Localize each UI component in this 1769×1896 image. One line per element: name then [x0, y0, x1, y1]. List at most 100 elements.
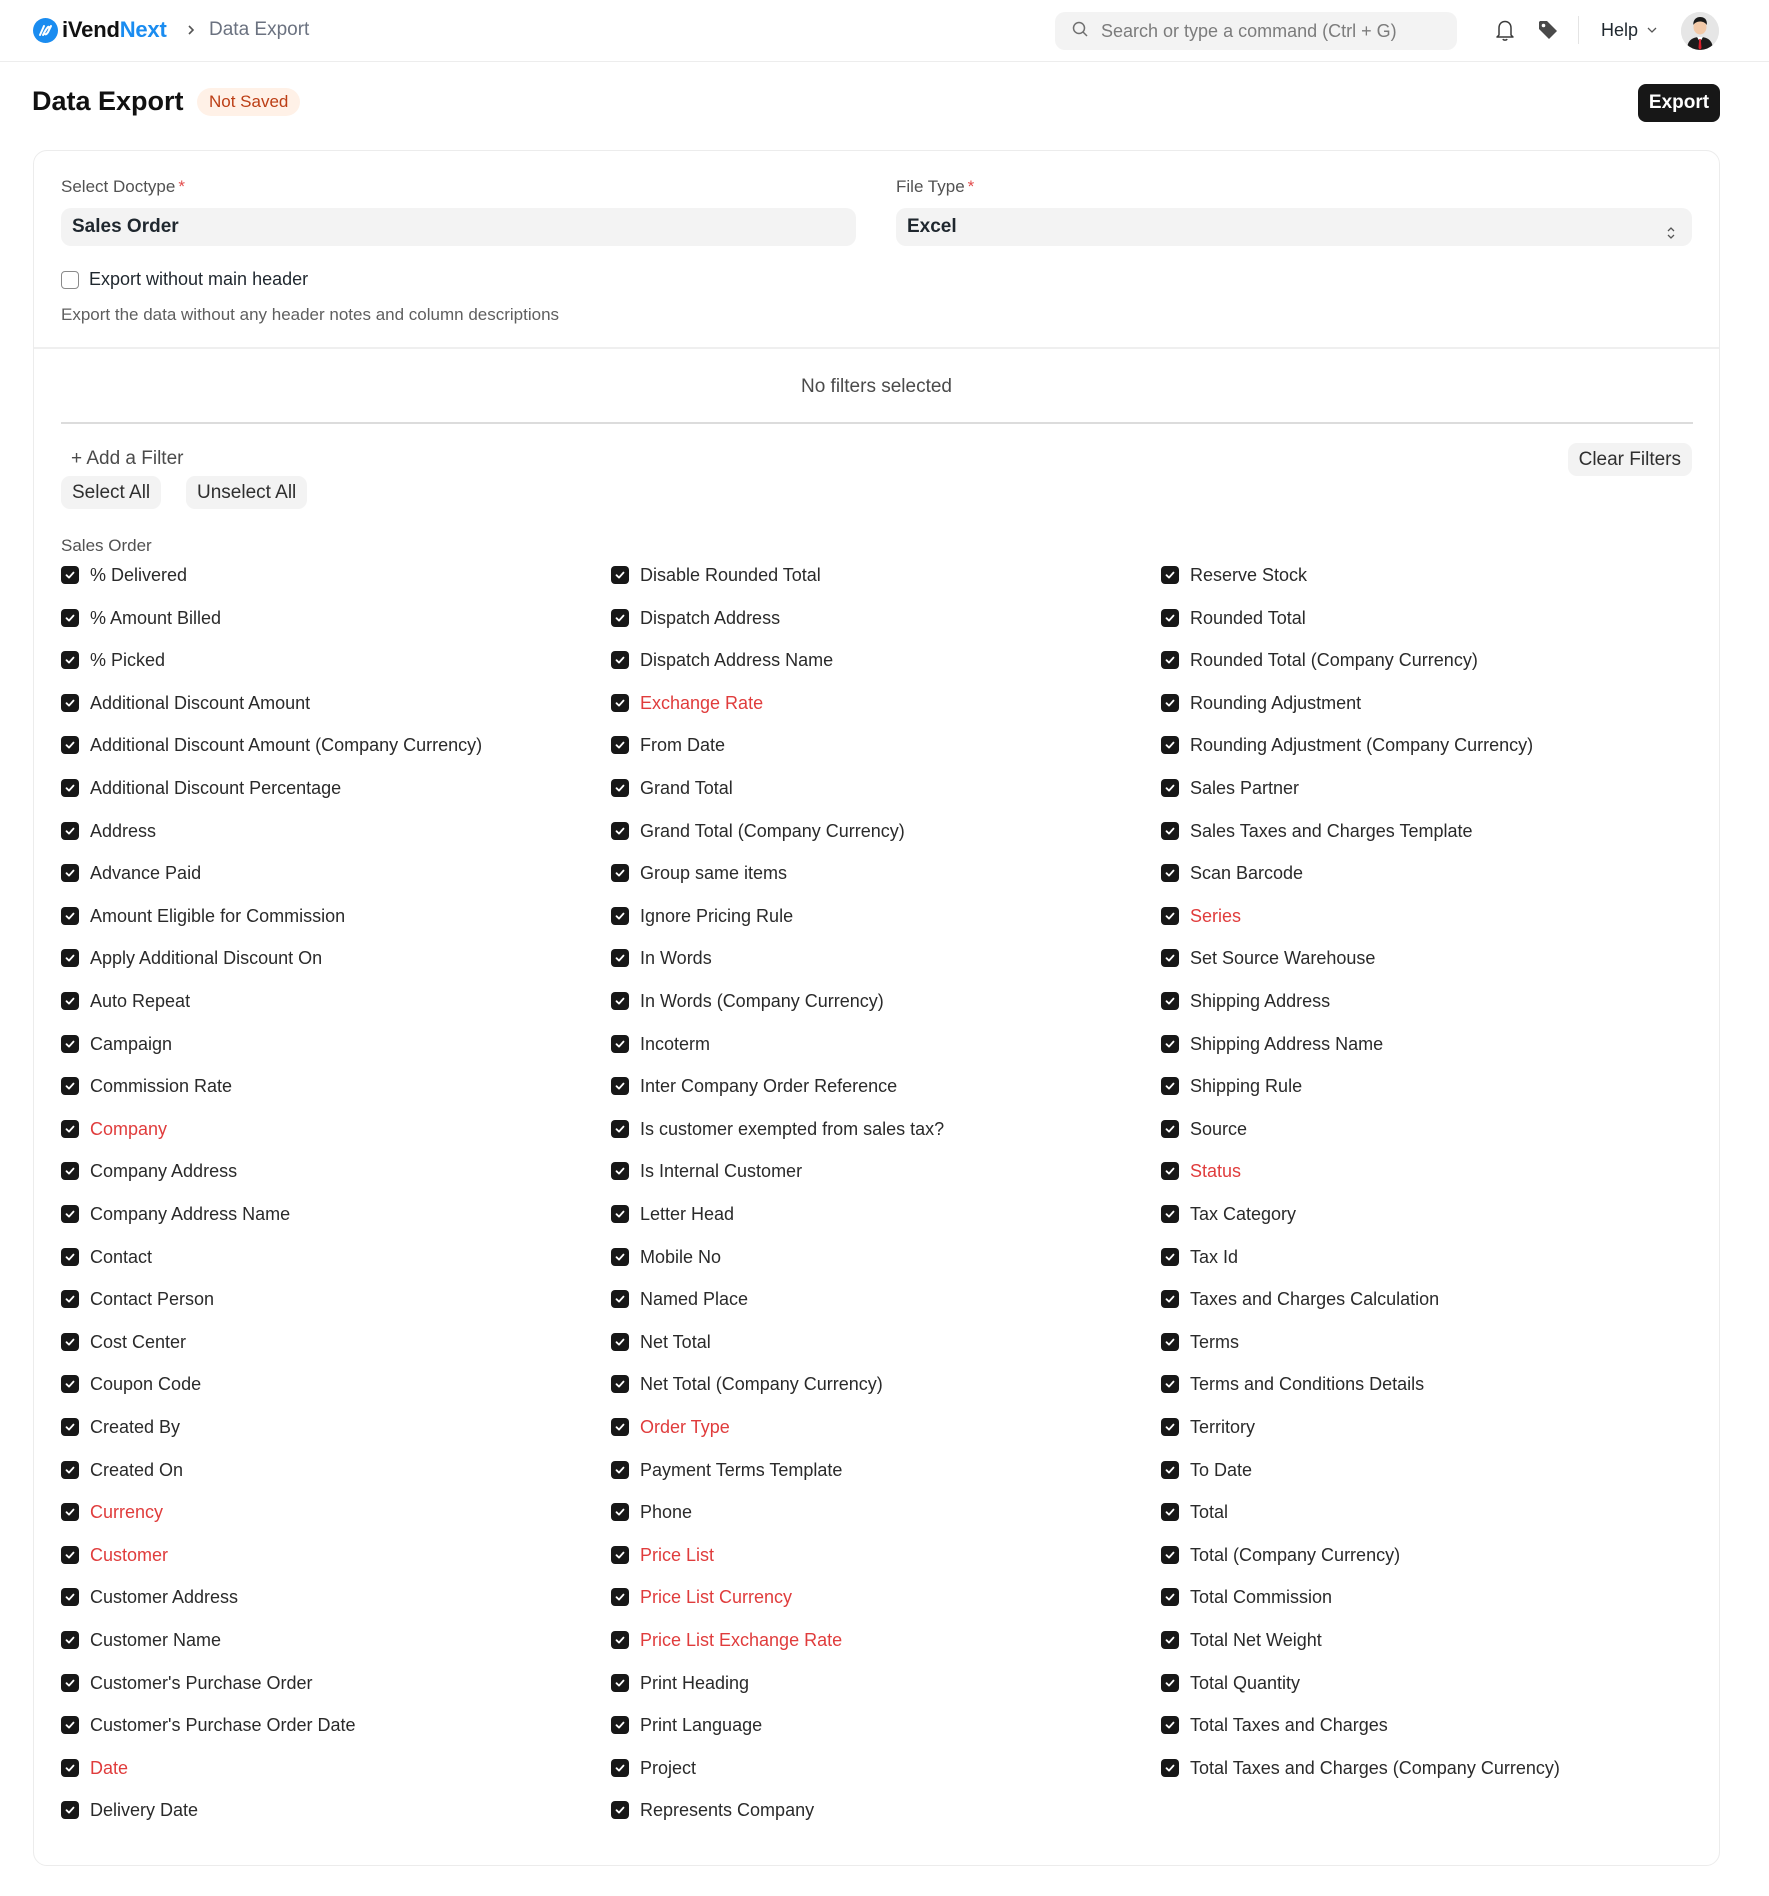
- field-checkbox-item[interactable]: To Date: [1161, 1457, 1252, 1483]
- checkbox-checked-icon[interactable]: [611, 566, 629, 584]
- checkbox-checked-icon[interactable]: [611, 1035, 629, 1053]
- doctype-field[interactable]: Sales Order: [61, 208, 856, 246]
- checkbox-checked-icon[interactable]: [611, 1631, 629, 1649]
- field-checkbox-item[interactable]: Cost Center: [61, 1329, 186, 1355]
- field-checkbox-item[interactable]: Taxes and Charges Calculation: [1161, 1286, 1439, 1312]
- field-checkbox-item[interactable]: Additional Discount Amount: [61, 690, 310, 716]
- field-checkbox-item[interactable]: In Words: [611, 945, 712, 971]
- field-checkbox-item[interactable]: Terms: [1161, 1329, 1239, 1355]
- clear-filters-button[interactable]: Clear Filters: [1567, 443, 1692, 476]
- field-checkbox-item[interactable]: Is customer exempted from sales tax?: [611, 1116, 944, 1142]
- field-checkbox-item[interactable]: Named Place: [611, 1286, 748, 1312]
- checkbox-checked-icon[interactable]: [1161, 1205, 1179, 1223]
- checkbox-checked-icon[interactable]: [61, 1801, 79, 1819]
- field-checkbox-item[interactable]: Commission Rate: [61, 1073, 232, 1099]
- field-checkbox-item[interactable]: Price List: [611, 1542, 714, 1568]
- checkbox-checked-icon[interactable]: [61, 864, 79, 882]
- field-checkbox-item[interactable]: Company Address Name: [61, 1201, 290, 1227]
- field-checkbox-item[interactable]: Address: [61, 818, 156, 844]
- checkbox-checked-icon[interactable]: [61, 566, 79, 584]
- checkbox-checked-icon[interactable]: [611, 822, 629, 840]
- checkbox-checked-icon[interactable]: [61, 1035, 79, 1053]
- checkbox-checked-icon[interactable]: [1161, 1759, 1179, 1777]
- field-checkbox-item[interactable]: Amount Eligible for Commission: [61, 903, 345, 929]
- field-checkbox-item[interactable]: Incoterm: [611, 1031, 710, 1057]
- checkbox-checked-icon[interactable]: [61, 949, 79, 967]
- field-checkbox-item[interactable]: Payment Terms Template: [611, 1457, 842, 1483]
- field-checkbox-item[interactable]: Print Heading: [611, 1670, 749, 1696]
- checkbox-checked-icon[interactable]: [1161, 651, 1179, 669]
- checkbox-checked-icon[interactable]: [61, 1588, 79, 1606]
- field-checkbox-item[interactable]: Total Taxes and Charges: [1161, 1712, 1388, 1738]
- checkbox-checked-icon[interactable]: [1161, 1077, 1179, 1095]
- checkbox-checked-icon[interactable]: [1161, 1461, 1179, 1479]
- checkbox-checked-icon[interactable]: [611, 949, 629, 967]
- checkbox-checked-icon[interactable]: [61, 1461, 79, 1479]
- field-checkbox-item[interactable]: Disable Rounded Total: [611, 562, 821, 588]
- checkbox-checked-icon[interactable]: [611, 1588, 629, 1606]
- checkbox-checked-icon[interactable]: [1161, 1503, 1179, 1521]
- field-checkbox-item[interactable]: Dispatch Address: [611, 605, 780, 631]
- brand-logo[interactable]: iVendNext: [33, 17, 167, 43]
- export-button[interactable]: Export: [1638, 84, 1720, 122]
- checkbox-checked-icon[interactable]: [1161, 1418, 1179, 1436]
- field-checkbox-item[interactable]: Order Type: [611, 1414, 730, 1440]
- field-checkbox-item[interactable]: Customer: [61, 1542, 168, 1568]
- checkbox-checked-icon[interactable]: [611, 694, 629, 712]
- checkbox-checked-icon[interactable]: [1161, 1120, 1179, 1138]
- checkbox-checked-icon[interactable]: [61, 1418, 79, 1436]
- field-checkbox-item[interactable]: Company: [61, 1116, 167, 1142]
- checkbox-checked-icon[interactable]: [61, 1290, 79, 1308]
- checkbox-checked-icon[interactable]: [1161, 992, 1179, 1010]
- field-checkbox-item[interactable]: Sales Taxes and Charges Template: [1161, 818, 1473, 844]
- field-checkbox-item[interactable]: Customer's Purchase Order Date: [61, 1712, 356, 1738]
- field-checkbox-item[interactable]: Phone: [611, 1499, 692, 1525]
- field-checkbox-item[interactable]: Currency: [61, 1499, 163, 1525]
- field-checkbox-item[interactable]: Set Source Warehouse: [1161, 945, 1375, 971]
- field-checkbox-item[interactable]: Grand Total: [611, 775, 733, 801]
- checkbox-checked-icon[interactable]: [61, 822, 79, 840]
- field-checkbox-item[interactable]: Shipping Address: [1161, 988, 1330, 1014]
- checkbox-checked-icon[interactable]: [61, 1546, 79, 1564]
- checkbox-checked-icon[interactable]: [61, 1631, 79, 1649]
- checkbox-checked-icon[interactable]: [611, 1375, 629, 1393]
- field-checkbox-item[interactable]: Date: [61, 1755, 128, 1781]
- field-checkbox-item[interactable]: % Delivered: [61, 562, 187, 588]
- checkbox-checked-icon[interactable]: [611, 1162, 629, 1180]
- field-checkbox-item[interactable]: Total: [1161, 1499, 1228, 1525]
- checkbox-checked-icon[interactable]: [1161, 694, 1179, 712]
- field-checkbox-item[interactable]: Total Quantity: [1161, 1670, 1300, 1696]
- field-checkbox-item[interactable]: Mobile No: [611, 1244, 721, 1270]
- checkbox-checked-icon[interactable]: [611, 736, 629, 754]
- checkbox-checked-icon[interactable]: [611, 1461, 629, 1479]
- checkbox-checked-icon[interactable]: [1161, 907, 1179, 925]
- checkbox-checked-icon[interactable]: [611, 1801, 629, 1819]
- checkbox-checked-icon[interactable]: [1161, 1546, 1179, 1564]
- field-checkbox-item[interactable]: Company Address: [61, 1158, 237, 1184]
- checkbox-checked-icon[interactable]: [61, 1716, 79, 1734]
- field-checkbox-item[interactable]: Letter Head: [611, 1201, 734, 1227]
- checkbox-checked-icon[interactable]: [1161, 1631, 1179, 1649]
- checkbox-checked-icon[interactable]: [611, 609, 629, 627]
- checkbox-checked-icon[interactable]: [1161, 779, 1179, 797]
- field-checkbox-item[interactable]: Customer Name: [61, 1627, 221, 1653]
- field-checkbox-item[interactable]: Scan Barcode: [1161, 860, 1303, 886]
- checkbox-checked-icon[interactable]: [61, 609, 79, 627]
- field-checkbox-item[interactable]: Price List Currency: [611, 1584, 792, 1610]
- checkbox-checked-icon[interactable]: [611, 907, 629, 925]
- checkbox-checked-icon[interactable]: [61, 907, 79, 925]
- export-without-header-checkbox[interactable]: [61, 271, 79, 289]
- field-checkbox-item[interactable]: Sales Partner: [1161, 775, 1299, 801]
- checkbox-checked-icon[interactable]: [1161, 736, 1179, 754]
- field-checkbox-item[interactable]: Project: [611, 1755, 696, 1781]
- field-checkbox-item[interactable]: Total Net Weight: [1161, 1627, 1322, 1653]
- checkbox-checked-icon[interactable]: [61, 694, 79, 712]
- field-checkbox-item[interactable]: Net Total (Company Currency): [611, 1371, 883, 1397]
- field-checkbox-item[interactable]: Coupon Code: [61, 1371, 201, 1397]
- unselect-all-button[interactable]: Unselect All: [186, 476, 308, 509]
- checkbox-checked-icon[interactable]: [61, 1674, 79, 1692]
- checkbox-checked-icon[interactable]: [611, 1290, 629, 1308]
- field-checkbox-item[interactable]: Print Language: [611, 1712, 762, 1738]
- checkbox-checked-icon[interactable]: [611, 651, 629, 669]
- checkbox-checked-icon[interactable]: [611, 1077, 629, 1095]
